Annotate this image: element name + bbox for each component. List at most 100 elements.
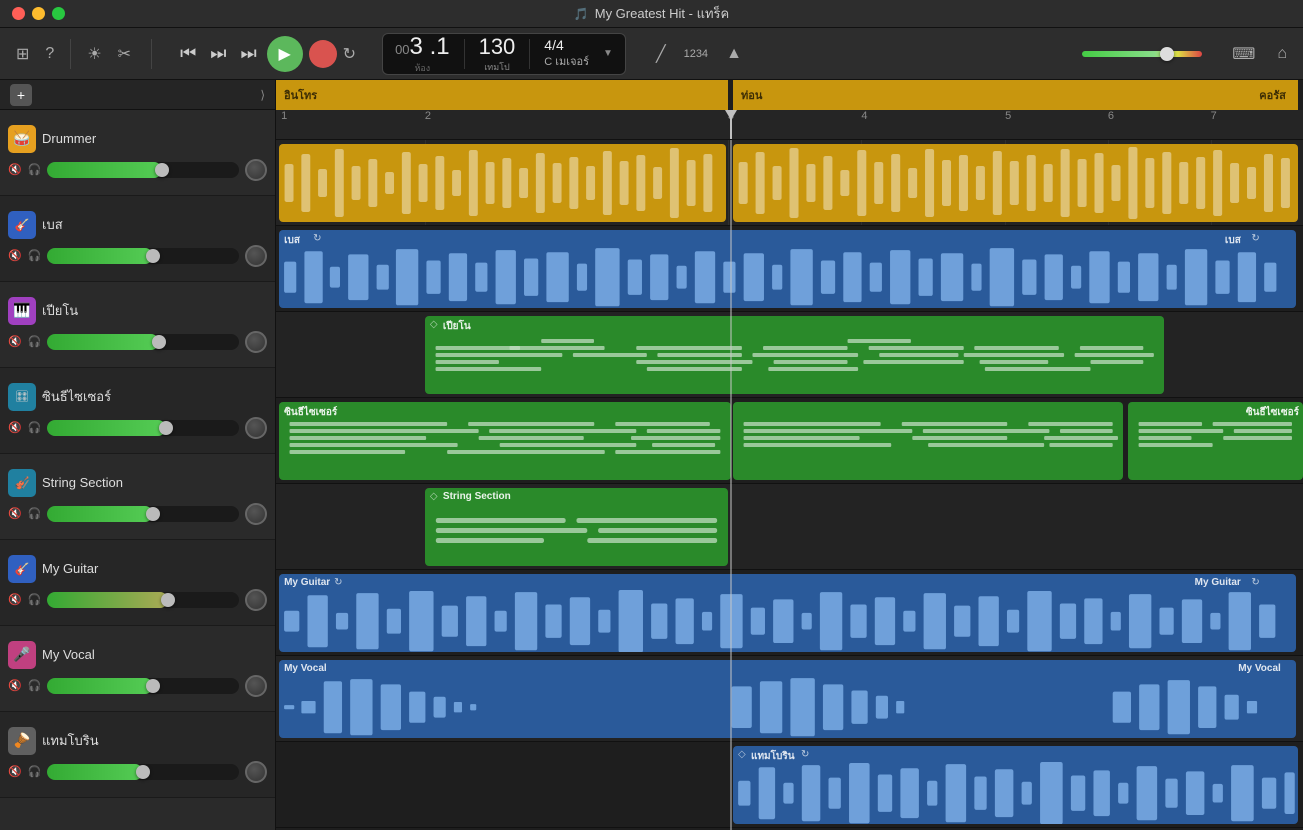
waveform-drummer-1 xyxy=(279,144,726,222)
solo-drummer[interactable]: 🎧 xyxy=(28,163,42,176)
bass-loop-icon-right: ↻ xyxy=(1251,233,1259,244)
to-start-button[interactable]: ⏭ xyxy=(236,41,260,66)
mute-guitar[interactable]: 🔇 xyxy=(8,593,22,606)
midi-synth-2 xyxy=(733,402,1123,480)
pan-knob-synth[interactable] xyxy=(245,417,267,439)
help-button[interactable]: ? xyxy=(39,41,60,67)
pan-knob-strings[interactable] xyxy=(245,503,267,525)
track-lane-drummer xyxy=(276,140,1303,226)
track-name-drummer: Drummer xyxy=(42,131,96,146)
headphone-button[interactable]: ⌂ xyxy=(1271,41,1293,67)
pan-knob-bass[interactable] xyxy=(245,245,267,267)
arrangement-bands: อินโทร ท่อน คอรัส xyxy=(276,80,1303,110)
volume-slider-strings[interactable] xyxy=(47,506,239,522)
track-icon-piano: 🎹 xyxy=(8,297,36,325)
intro-label: อินโทร xyxy=(276,86,325,104)
chorus-label: คอรัส xyxy=(1251,86,1294,104)
guitar-loop-icon-right: ↻ xyxy=(1251,577,1259,588)
guitar-loop-icon-left: ↻ xyxy=(334,577,342,588)
pointer-tool[interactable]: ╱ xyxy=(650,40,672,68)
library-button[interactable]: ⊞ xyxy=(10,40,35,68)
volume-slider-drummer[interactable] xyxy=(47,162,239,178)
volume-slider-synth[interactable] xyxy=(47,420,239,436)
bpm-display: 130 เทมโป xyxy=(479,34,516,74)
volume-slider-bass[interactable] xyxy=(47,248,239,264)
add-track-button[interactable]: + xyxy=(10,84,32,106)
timeline-area: อินโทร ท่อน คอรัส 1 2 3 4 5 6 7 xyxy=(276,80,1303,830)
clip-synth-2[interactable] xyxy=(733,402,1123,480)
playhead-triangle xyxy=(725,110,737,120)
track-name-synth: ซินธีไซเซอร์ xyxy=(42,386,111,407)
solo-synth[interactable]: 🎧 xyxy=(28,421,42,434)
record-button[interactable] xyxy=(309,40,337,68)
pan-knob-drummer[interactable] xyxy=(245,159,267,181)
solo-tambourine[interactable]: 🎧 xyxy=(28,765,42,778)
settings-button[interactable]: ☀ xyxy=(81,40,107,68)
scissors-button[interactable]: ✂ xyxy=(112,40,137,68)
pan-knob-tambourine[interactable] xyxy=(245,761,267,783)
volume-slider-piano[interactable] xyxy=(47,334,239,350)
tracks-content[interactable]: เบส ↻ เบส ↻ xyxy=(276,140,1303,830)
cycle-button[interactable]: ↻ xyxy=(343,44,356,64)
display-caret: ▼ xyxy=(603,48,613,59)
collapse-button[interactable]: ⟩ xyxy=(260,88,265,102)
clip-strings[interactable]: String Section ◇ xyxy=(425,488,728,566)
track-name-bass: เบส xyxy=(42,214,63,235)
volume-track[interactable] xyxy=(1082,51,1202,57)
cpu-button[interactable]: ▲ xyxy=(720,41,748,67)
fast-forward-button[interactable]: ⏭ xyxy=(206,41,230,66)
clip-synth-1[interactable]: ซินธีไซเซอร์ xyxy=(279,402,731,480)
verse-band: ท่อน คอรัส xyxy=(733,80,1298,110)
volume-slider-vocal[interactable] xyxy=(47,678,239,694)
clip-vocal[interactable]: My Vocal My Vocal xyxy=(279,660,1296,738)
fullscreen-button[interactable] xyxy=(52,7,65,20)
solo-guitar[interactable]: 🎧 xyxy=(28,593,42,606)
solo-strings[interactable]: 🎧 xyxy=(28,507,42,520)
tambourine-clip-label: แทมโบริน xyxy=(751,749,795,764)
pan-knob-guitar[interactable] xyxy=(245,589,267,611)
mute-synth[interactable]: 🔇 xyxy=(8,421,22,434)
track-name-strings: String Section xyxy=(42,475,123,490)
clip-drummer-2[interactable] xyxy=(733,144,1298,222)
track-icon-bass: 🎸 xyxy=(8,211,36,239)
note-count[interactable]: 1234 xyxy=(678,44,714,64)
minimize-button[interactable] xyxy=(32,7,45,20)
clip-synth-3[interactable]: ซินธีไซเซอร์ xyxy=(1128,402,1303,480)
keyboard-button[interactable]: ⌨ xyxy=(1226,40,1261,68)
ruler-mark-4: 4 xyxy=(861,110,867,122)
signature-display[interactable]: 4/4 C เมเจอร์ xyxy=(544,38,589,70)
mute-bass[interactable]: 🔇 xyxy=(8,249,22,262)
pan-knob-piano[interactable] xyxy=(245,331,267,353)
pan-knob-vocal[interactable] xyxy=(245,675,267,697)
grid-line-3 xyxy=(728,140,729,225)
ruler-mark-7: 7 xyxy=(1211,110,1217,122)
clip-drummer-1[interactable] xyxy=(279,144,726,222)
play-button[interactable]: ▶ xyxy=(267,36,303,72)
bpm-value[interactable]: 130 xyxy=(479,34,516,60)
bpm-label: เทมโป xyxy=(484,60,510,74)
transport-controls: ⏮ ⏭ ⏭ ▶ ↻ xyxy=(176,36,356,72)
mute-piano[interactable]: 🔇 xyxy=(8,335,22,348)
mute-vocal[interactable]: 🔇 xyxy=(8,679,22,692)
clip-piano[interactable]: เปียโน ◇ xyxy=(425,316,1164,394)
volume-thumb[interactable] xyxy=(1160,47,1174,61)
ruler: 1 2 3 4 5 6 7 xyxy=(276,110,1303,140)
track-lane-tambourine: แทมโบริน ◇ ↻ xyxy=(276,742,1303,828)
volume-slider-tambourine[interactable] xyxy=(47,764,239,780)
mute-drummer[interactable]: 🔇 xyxy=(8,163,22,176)
mute-tambourine[interactable]: 🔇 xyxy=(8,765,22,778)
toolbar-middle-right: ╱ 1234 ▲ xyxy=(650,40,748,68)
mute-strings[interactable]: 🔇 xyxy=(8,507,22,520)
clip-guitar[interactable]: My Guitar ↻ My Guitar ↻ xyxy=(279,574,1296,652)
solo-bass[interactable]: 🎧 xyxy=(28,249,42,262)
clip-bass[interactable]: เบส ↻ เบส ↻ xyxy=(279,230,1296,308)
solo-vocal[interactable]: 🎧 xyxy=(28,679,42,692)
close-button[interactable] xyxy=(12,7,25,20)
volume-slider-guitar[interactable] xyxy=(47,592,239,608)
guitar-clip-label-left: My Guitar xyxy=(284,577,330,588)
playhead-ruler xyxy=(730,110,732,139)
rewind-button[interactable]: ⏮ xyxy=(176,41,200,66)
solo-piano[interactable]: 🎧 xyxy=(28,335,42,348)
clip-tambourine[interactable]: แทมโบริน ◇ ↻ xyxy=(733,746,1298,824)
key-signature: C เมเจอร์ xyxy=(544,52,589,70)
